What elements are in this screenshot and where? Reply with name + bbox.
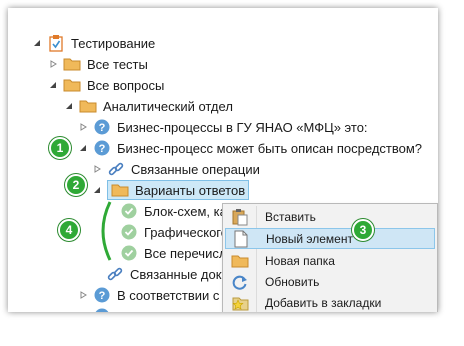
menu-item-new-folder[interactable]: Новая папка: [225, 250, 433, 271]
tree-item-label: Все вопросы: [87, 77, 165, 93]
folder-icon: [63, 55, 81, 73]
tree-item-answer-options[interactable]: Варианты ответов: [92, 180, 250, 200]
tree-item-question[interactable]: ? Бизнес-процессы в ГУ ЯНАО «МФЦ» это:: [78, 117, 368, 137]
paste-icon: [225, 208, 255, 226]
menu-item-label: Обновить: [265, 274, 320, 289]
tree-item-all-questions[interactable]: Все вопросы: [48, 75, 164, 95]
question-icon: ?: [93, 118, 111, 136]
svg-text:?: ?: [99, 290, 106, 302]
tree-item-label: Аналитический отдел: [103, 98, 233, 114]
tree-item-related-operations[interactable]: Связанные операции: [92, 159, 260, 179]
menu-item-refresh[interactable]: Обновить: [225, 271, 433, 292]
bracket-arrow-icon: [101, 201, 112, 261]
check-circle-icon: [120, 223, 138, 241]
collapsed-arrow-icon[interactable]: [78, 290, 88, 300]
menu-item-label: Добавить в закладки: [265, 295, 382, 310]
tree-item-label: Все тесты: [87, 56, 148, 72]
expanded-arrow-icon[interactable]: [64, 101, 74, 111]
tree-item-question[interactable]: ? В соответствии с че: [78, 285, 237, 305]
selected-item-highlight[interactable]: Варианты ответов: [107, 180, 250, 200]
folder-icon: [79, 97, 97, 115]
context-menu: Вставить Новый элемент Новая папка Обнов…: [222, 203, 438, 312]
tree-item-label: Тестирование: [71, 35, 156, 51]
tree-item-answer[interactable]: Все перечисле: [120, 243, 234, 263]
menu-item-label: Новый элемент: [266, 231, 353, 246]
tree-item-label: Бизнес-процессы в ГУ ЯНАО «МФЦ» это:: [117, 119, 368, 135]
svg-text:?: ?: [99, 143, 106, 155]
question-icon: ?: [93, 139, 111, 157]
tree-item-label: Все перечисле: [144, 245, 234, 261]
check-circle-icon: [120, 244, 138, 262]
tree-item-label: В соответствии с че: [117, 287, 238, 303]
tree-item-analytics-dept[interactable]: Аналитический отдел: [64, 96, 233, 116]
tree-item-answer[interactable]: Блок-схем, кар: [120, 201, 234, 221]
step-badge-1: 1: [49, 137, 71, 159]
question-icon: [93, 307, 111, 312]
menu-item-new-element[interactable]: Новый элемент: [225, 228, 435, 249]
tree-item-label: Связанные докум: [130, 266, 237, 282]
menu-item-label: Вставить: [265, 209, 316, 224]
new-document-icon: [226, 230, 256, 248]
step-badge-3: 3: [352, 219, 374, 241]
collapsed-arrow-icon[interactable]: [92, 164, 102, 174]
link-icon: [106, 265, 124, 283]
collapsed-arrow-icon[interactable]: [78, 311, 88, 312]
expanded-arrow-icon[interactable]: [92, 185, 102, 195]
tree-item-label: Бизнес-процесс может быть описан посредс…: [117, 140, 423, 156]
collapsed-arrow-icon[interactable]: [78, 122, 88, 132]
bookmark-star-icon: [225, 295, 255, 311]
tree-item-label: Блок-схем, кар: [144, 203, 235, 219]
tree-item-question[interactable]: ? Бизнес-процесс может быть описан посре…: [78, 138, 422, 158]
tree-item-testing[interactable]: Тестирование: [32, 33, 155, 53]
step-badge-4: 4: [58, 219, 80, 241]
tree-item-label: Варианты ответов: [135, 182, 246, 198]
tree-item-related-documents[interactable]: Связанные докум: [106, 264, 237, 284]
tree-item-all-tests[interactable]: Все тесты: [48, 54, 148, 74]
menu-item-label: Новая папка: [265, 253, 335, 268]
clipboard-check-icon: [47, 34, 65, 52]
expanded-arrow-icon[interactable]: [48, 80, 58, 90]
expanded-arrow-icon[interactable]: [78, 143, 88, 153]
folder-icon: [63, 76, 81, 94]
tree-item-question[interactable]: [78, 306, 117, 312]
link-icon: [107, 160, 125, 178]
check-circle-icon: [120, 202, 138, 220]
menu-item-paste[interactable]: Вставить: [225, 206, 433, 227]
step-badge-2: 2: [65, 174, 87, 196]
tree-panel: Тестирование Все тесты Все вопросы Анали…: [8, 8, 438, 312]
tree-item-label: Связанные операции: [131, 161, 260, 177]
collapsed-arrow-icon[interactable]: [48, 59, 58, 69]
folder-icon: [111, 181, 129, 199]
refresh-icon: [225, 274, 255, 290]
question-icon: ?: [93, 286, 111, 304]
folder-icon: [225, 254, 255, 268]
tree-item-label: Графического: [144, 224, 228, 240]
svg-text:?: ?: [99, 122, 106, 134]
menu-item-add-bookmark[interactable]: Добавить в закладки: [225, 292, 433, 312]
expanded-arrow-icon[interactable]: [32, 38, 42, 48]
tree-item-answer[interactable]: Графического: [120, 222, 228, 242]
